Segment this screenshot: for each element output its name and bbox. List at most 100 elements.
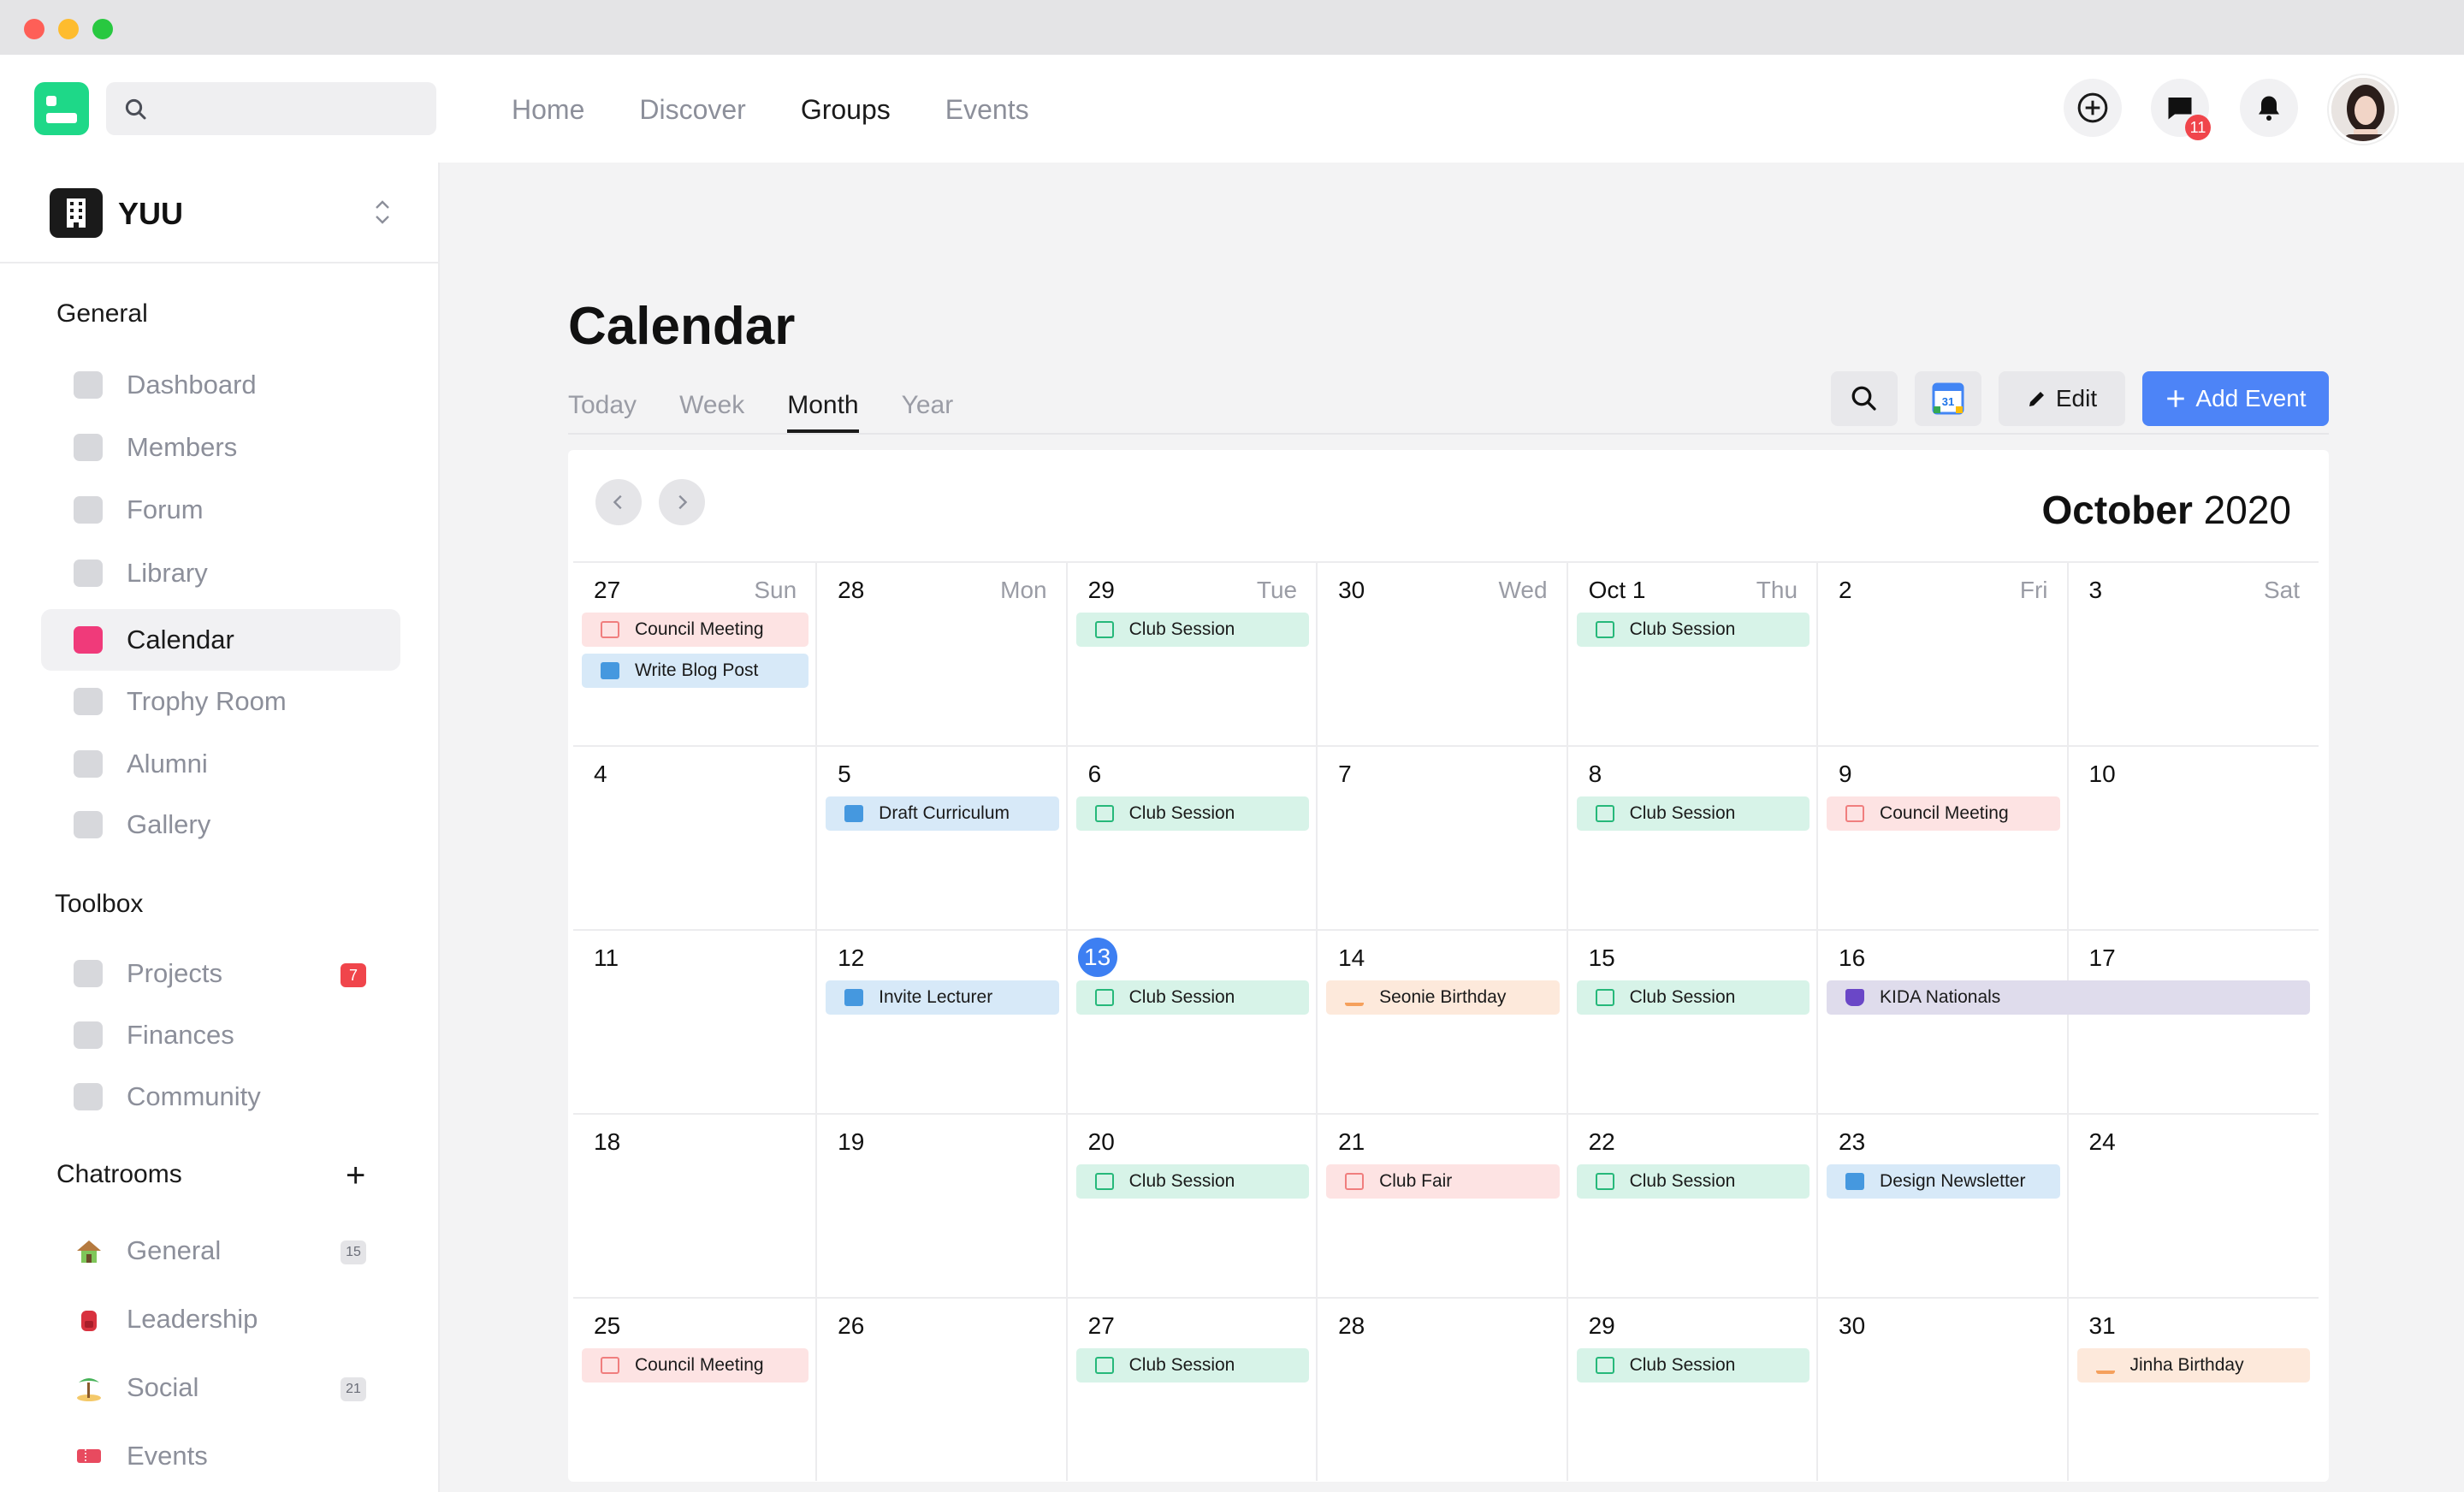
day-cell[interactable]: 26: [817, 1297, 1068, 1481]
day-cell[interactable]: 29: [1567, 1297, 1819, 1481]
day-cell[interactable]: 2 Fri: [1818, 561, 2069, 745]
day-cell[interactable]: 31: [2068, 1297, 2319, 1481]
section-toolbox-title: Toolbox: [55, 890, 144, 918]
sidebar-item-members[interactable]: Members: [41, 417, 400, 478]
google-calendar-button[interactable]: 31: [1915, 371, 1981, 426]
tab-year[interactable]: Year: [902, 387, 954, 433]
chatroom-events[interactable]: Events: [41, 1425, 400, 1487]
create-button[interactable]: [2064, 79, 2122, 137]
nav-home[interactable]: Home: [512, 89, 584, 130]
calendar-event[interactable]: Club Fair: [1326, 1164, 1560, 1199]
calendar-event[interactable]: Club Session: [1075, 796, 1310, 831]
day-cell[interactable]: 30 Wed: [1318, 561, 1568, 745]
calendar-event[interactable]: Design Newsletter: [1827, 1164, 2060, 1199]
calendar-event[interactable]: Club Session: [1576, 613, 1810, 647]
calendar-event[interactable]: Club Session: [1576, 1348, 1810, 1382]
tab-today[interactable]: Today: [568, 387, 637, 433]
day-cell[interactable]: 28: [1318, 1297, 1568, 1481]
zoom-window-button[interactable]: [92, 19, 113, 39]
sidebar-item-finances[interactable]: Finances: [41, 1004, 400, 1066]
chevron-up-down-icon[interactable]: [370, 195, 395, 229]
calendar-event[interactable]: Club Session: [1075, 1348, 1310, 1382]
calendar-event[interactable]: Jinha Birthday: [2076, 1348, 2310, 1382]
calendar-event[interactable]: Club Session: [1576, 796, 1810, 831]
day-cell[interactable]: 13: [1067, 929, 1318, 1113]
day-cell[interactable]: 23: [1818, 1113, 2069, 1297]
day-cell[interactable]: 22: [1567, 1113, 1819, 1297]
sidebar-item-alumni[interactable]: Alumni: [41, 733, 400, 795]
org-switcher[interactable]: YUU: [0, 163, 440, 263]
close-window-button[interactable]: [24, 19, 44, 39]
tab-week[interactable]: Week: [679, 387, 744, 433]
day-cell[interactable]: 29 Tue: [1067, 561, 1318, 745]
day-cell[interactable]: 16: [1818, 929, 2069, 1113]
day-cell[interactable]: 21: [1318, 1113, 1568, 1297]
notifications-button[interactable]: [2240, 79, 2298, 137]
day-cell[interactable]: 4: [573, 745, 818, 929]
calendar-event[interactable]: Seonie Birthday: [1326, 980, 1560, 1015]
day-cell[interactable]: 19: [817, 1113, 1068, 1297]
day-number: 4: [594, 761, 607, 787]
sidebar-item-calendar[interactable]: Calendar: [41, 609, 400, 671]
nav-discover[interactable]: Discover: [639, 89, 745, 130]
tab-month[interactable]: Month: [787, 387, 859, 433]
calendar-event[interactable]: Club Session: [1576, 1164, 1810, 1199]
day-cell[interactable]: 24: [2068, 1113, 2319, 1297]
messages-button[interactable]: 11: [2151, 79, 2211, 140]
day-cell[interactable]: 18: [573, 1113, 818, 1297]
edit-button[interactable]: Edit: [1999, 371, 2125, 426]
chatroom-leadership[interactable]: Leadership: [41, 1288, 400, 1350]
sidebar-item-library[interactable]: Library: [41, 542, 400, 604]
day-cell[interactable]: 6: [1067, 745, 1318, 929]
day-cell[interactable]: 3 Sat: [2068, 561, 2319, 745]
day-cell[interactable]: 17: [2068, 929, 2319, 1113]
day-cell[interactable]: 27: [1067, 1297, 1318, 1481]
global-search-input[interactable]: [106, 82, 436, 135]
day-cell[interactable]: 9: [1818, 745, 2069, 929]
minimize-window-button[interactable]: [58, 19, 79, 39]
calendar-event[interactable]: KIDA Nationals: [1827, 980, 2310, 1015]
nav-events[interactable]: Events: [945, 89, 1029, 130]
calendar-event[interactable]: Draft Curriculum: [826, 796, 1059, 831]
sidebar-item-trophy-room[interactable]: Trophy Room: [41, 671, 400, 732]
day-cell[interactable]: 10: [2068, 745, 2319, 929]
sidebar-item-community[interactable]: Community: [41, 1066, 400, 1128]
user-avatar[interactable]: [2329, 75, 2397, 144]
calendar-event[interactable]: Council Meeting: [582, 1348, 809, 1382]
calendar-event[interactable]: Council Meeting: [1827, 796, 2060, 831]
sidebar-item-label: Forum: [127, 494, 204, 524]
day-cell[interactable]: 28 Mon: [817, 561, 1068, 745]
day-cell[interactable]: 15: [1567, 929, 1819, 1113]
day-cell[interactable]: 30: [1818, 1297, 2069, 1481]
chatroom-general[interactable]: General 15: [41, 1220, 400, 1282]
sidebar-item-dashboard[interactable]: Dashboard: [41, 354, 400, 416]
main-nav: Home Discover Groups Events: [512, 89, 1029, 130]
calendar-event[interactable]: Club Session: [1576, 980, 1810, 1015]
day-cell[interactable]: 25: [573, 1297, 818, 1481]
app-logo[interactable]: [34, 82, 89, 135]
day-cell[interactable]: 7: [1318, 745, 1568, 929]
day-cell[interactable]: Oct 1 Thu: [1567, 561, 1819, 745]
chatroom-social[interactable]: Social 21: [41, 1357, 400, 1418]
calendar-event[interactable]: Club Session: [1075, 980, 1310, 1015]
day-cell[interactable]: 5: [817, 745, 1068, 929]
day-cell[interactable]: 12: [817, 929, 1068, 1113]
calendar-event[interactable]: Club Session: [1075, 613, 1310, 647]
day-cell[interactable]: 8: [1567, 745, 1819, 929]
day-cell[interactable]: 11: [573, 929, 818, 1113]
search-events-button[interactable]: [1831, 371, 1898, 426]
day-cell[interactable]: 14: [1318, 929, 1568, 1113]
sidebar-item-projects[interactable]: Projects 7: [41, 943, 400, 1004]
add-chatroom-button[interactable]: +: [346, 1158, 365, 1193]
calendar-event[interactable]: Council Meeting: [582, 613, 809, 647]
sidebar-item-forum[interactable]: Forum: [41, 479, 400, 541]
calendar-event[interactable]: Write Blog Post: [582, 654, 809, 688]
previous-month-button[interactable]: [595, 479, 642, 525]
calendar-event[interactable]: Invite Lecturer: [826, 980, 1059, 1015]
next-month-button[interactable]: [659, 479, 705, 525]
day-cell[interactable]: 20: [1067, 1113, 1318, 1297]
sidebar-item-gallery[interactable]: Gallery: [41, 794, 400, 856]
nav-groups[interactable]: Groups: [801, 89, 891, 130]
calendar-event[interactable]: Club Session: [1075, 1164, 1310, 1199]
add-event-button[interactable]: Add Event: [2142, 371, 2329, 426]
